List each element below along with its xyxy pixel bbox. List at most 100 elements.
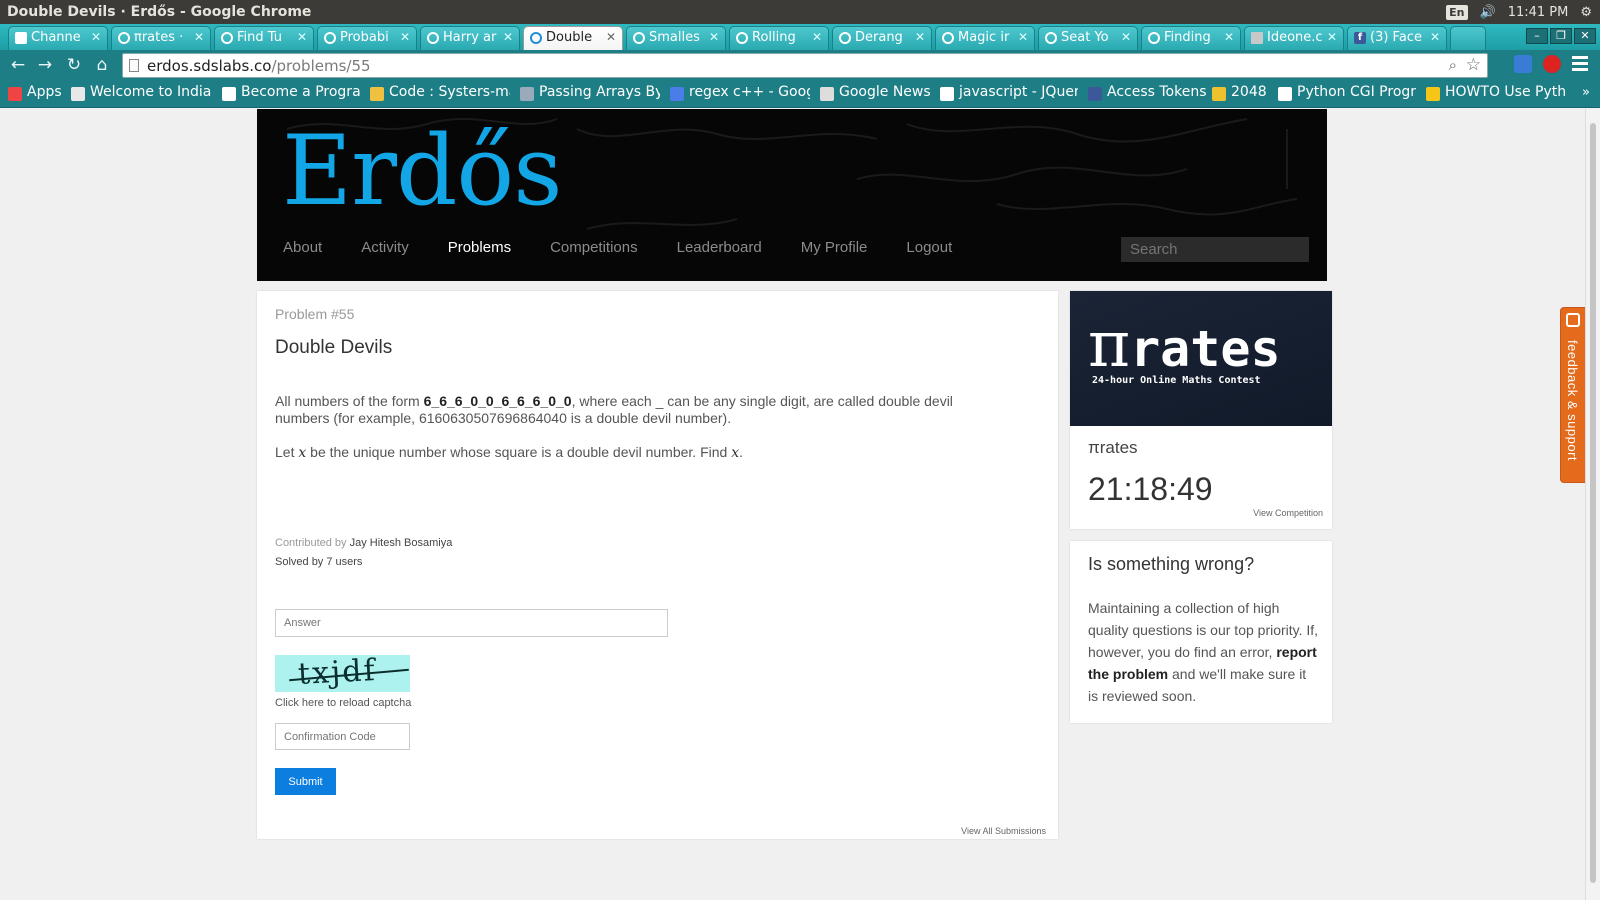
nav-activity[interactable]: Activity [361, 239, 409, 256]
erdos-logo[interactable]: Erdős [282, 123, 562, 219]
browser-tab[interactable]: Finding ✕ [1141, 26, 1241, 50]
browser-tab[interactable]: Rolling ✕ [729, 26, 829, 50]
bookmark-item[interactable]: Become a Program [222, 84, 360, 104]
bookmark-item[interactable]: HOWTO Use Pytho [1426, 84, 1566, 104]
bookmark-item[interactable]: Python CGI Progra [1278, 84, 1416, 104]
close-tab-icon[interactable]: ✕ [91, 30, 101, 44]
minimize-button[interactable]: – [1526, 28, 1548, 44]
bookmark-item[interactable]: Welcome to Indian [71, 84, 212, 104]
chrome-menu-icon[interactable] [1572, 56, 1588, 72]
bookmark-label: Welcome to Indian [90, 84, 212, 100]
url-text[interactable]: erdos.sdslabs.co/problems/55 [147, 57, 371, 75]
close-tab-icon[interactable]: ✕ [915, 30, 925, 44]
close-tab-icon[interactable]: ✕ [1327, 30, 1337, 44]
view-competition-link[interactable]: View Competition [1253, 508, 1323, 518]
browser-tab-strip: Channe ✕ πrates · ✕ Find Tu ✕ Probabi ✕ … [0, 24, 1600, 50]
browser-tab[interactable]: Derang ✕ [832, 26, 932, 50]
bookmark-item[interactable]: regex c++ - Google [670, 84, 810, 104]
bookmark-label: Google News [839, 84, 930, 100]
nav-my-profile[interactable]: My Profile [801, 239, 868, 256]
maximize-button[interactable]: ❐ [1550, 28, 1572, 44]
facebook-icon [1088, 87, 1102, 101]
nav-leaderboard[interactable]: Leaderboard [677, 239, 762, 256]
report-body: Maintaining a collection of high quality… [1088, 597, 1320, 707]
bookmark-item[interactable]: Apps [8, 84, 62, 104]
close-tab-icon[interactable]: ✕ [297, 30, 307, 44]
site-search-input[interactable] [1121, 237, 1309, 262]
adblock-icon[interactable] [1543, 55, 1561, 73]
close-window-button[interactable]: ✕ [1574, 28, 1596, 44]
back-arrow-icon[interactable]: ← [8, 55, 28, 75]
browser-tab[interactable]: Seat Yo ✕ [1038, 26, 1138, 50]
bookmark-item[interactable]: Access Tokens [1088, 84, 1206, 104]
tab-label: Seat Yo [1061, 30, 1109, 45]
volume-icon[interactable]: 🔊 [1480, 5, 1496, 20]
contest-logo: πrates [1088, 313, 1281, 377]
browser-tab[interactable]: Harry ar ✕ [420, 26, 520, 50]
captcha-image[interactable]: txjdf [275, 655, 410, 692]
browser-tab[interactable]: Magic ir ✕ [935, 26, 1035, 50]
tab-label: Channe [31, 30, 81, 45]
bookmark-item[interactable]: Code : Systers-mail [370, 84, 510, 104]
nav-about[interactable]: About [283, 239, 322, 256]
contributor-link[interactable]: Jay Hitesh Bosamiya [350, 537, 453, 549]
close-tab-icon[interactable]: ✕ [400, 30, 410, 44]
scrollbar-thumb[interactable] [1590, 123, 1596, 883]
close-tab-icon[interactable]: ✕ [1430, 30, 1440, 44]
search-magnifier-icon[interactable]: ⌕ [1449, 56, 1457, 74]
clock[interactable]: 11:41 PM [1508, 5, 1569, 20]
bookmark-label: Passing Arrays By F [539, 84, 660, 100]
answer-input[interactable] [275, 609, 668, 637]
close-tab-icon[interactable]: ✕ [709, 30, 719, 44]
page-icon [520, 87, 534, 101]
bookmark-item[interactable]: javascript - JQuery [940, 84, 1078, 104]
close-tab-icon[interactable]: ✕ [1018, 30, 1028, 44]
tab-label: Probabi [340, 30, 389, 45]
contest-banner[interactable]: πrates 24-hour Online Maths Contest [1070, 291, 1332, 426]
home-icon[interactable]: ⌂ [92, 55, 112, 75]
report-card: Is something wrong? Maintaining a collec… [1070, 541, 1332, 723]
bookmark-label: Become a Program [241, 84, 360, 100]
browser-tab[interactable]: Smalles ✕ [626, 26, 726, 50]
close-tab-icon[interactable]: ✕ [1121, 30, 1131, 44]
address-bar[interactable]: erdos.sdslabs.co/problems/55 ⌕ ☆ [122, 53, 1488, 78]
reload-captcha-link[interactable]: Click here to reload captcha [275, 697, 411, 709]
close-tab-icon[interactable]: ✕ [1224, 30, 1234, 44]
close-tab-icon[interactable]: ✕ [194, 30, 204, 44]
browser-tab-active[interactable]: Double ✕ [523, 26, 623, 50]
nav-problems[interactable]: Problems [448, 239, 511, 256]
browser-tab[interactable]: Find Tu ✕ [214, 26, 314, 50]
forward-arrow-icon[interactable]: → [35, 55, 55, 75]
new-tab-button[interactable] [1450, 26, 1486, 50]
settings-gear-icon[interactable]: ⚙ [1580, 5, 1592, 20]
browser-tab[interactable]: Ideone.c ✕ [1244, 26, 1344, 50]
close-tab-icon[interactable]: ✕ [606, 30, 616, 44]
browser-tab[interactable]: Channe ✕ [8, 26, 108, 50]
nav-logout[interactable]: Logout [906, 239, 952, 256]
page-icon [940, 87, 954, 101]
view-all-submissions-link[interactable]: View All Submissions [961, 826, 1046, 836]
bookmark-item[interactable]: 2048 [1212, 84, 1272, 104]
os-title-bar: Double Devils · Erdős - Google Chrome En… [0, 0, 1600, 24]
tab-label: Smalles [649, 30, 700, 45]
close-tab-icon[interactable]: ✕ [812, 30, 822, 44]
close-tab-icon[interactable]: ✕ [503, 30, 513, 44]
nav-competitions[interactable]: Competitions [550, 239, 638, 256]
browser-tab[interactable]: πrates · ✕ [111, 26, 211, 50]
more-bookmarks-chevron-icon[interactable]: » [1582, 85, 1590, 100]
confirmation-code-input[interactable] [275, 723, 410, 750]
bookmark-item[interactable]: Passing Arrays By F [520, 84, 660, 104]
bookmark-item[interactable]: Google News [820, 84, 930, 104]
vertical-scrollbar[interactable] [1585, 109, 1600, 900]
contest-logo-rest: rates [1130, 320, 1281, 378]
submit-button[interactable]: Submit [275, 768, 336, 795]
feedback-support-tab[interactable]: feedback & support [1560, 307, 1586, 483]
keyboard-layout-indicator[interactable]: En [1446, 4, 1468, 20]
browser-tab[interactable]: f (3) Face ✕ [1347, 26, 1447, 50]
bookmark-star-icon[interactable]: ☆ [1466, 55, 1481, 75]
browser-tab[interactable]: Probabi ✕ [317, 26, 417, 50]
bookmark-label: Apps [27, 84, 62, 100]
erdos-icon [633, 32, 645, 44]
reload-icon[interactable]: ↻ [64, 55, 84, 75]
extension-icon[interactable] [1514, 55, 1532, 73]
